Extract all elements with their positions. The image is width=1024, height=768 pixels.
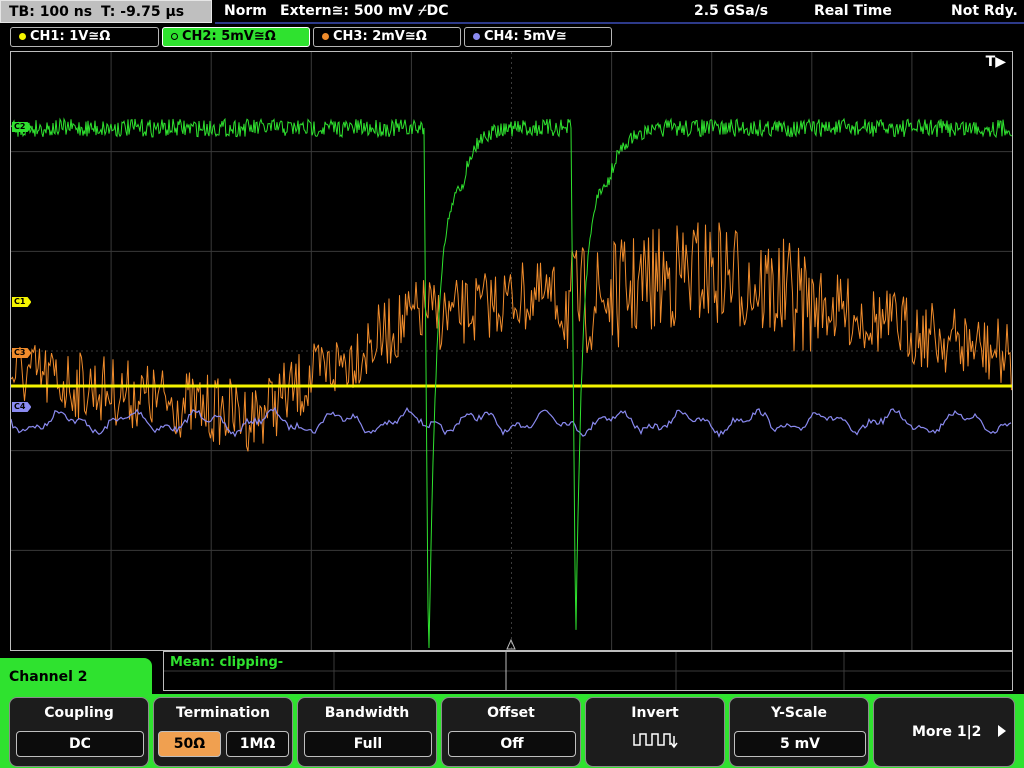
chevron-right-icon	[998, 725, 1006, 737]
ch4-label: CH4: 5mV≅	[484, 29, 567, 44]
timebase-box[interactable]: TB: 100 ns T: -9.75 µs	[0, 0, 212, 23]
offset-softkey[interactable]: Offset Off	[441, 697, 581, 767]
yscale-value-button[interactable]: 5 mV	[734, 731, 866, 757]
timebase-readout: TB: 100 ns	[9, 4, 93, 20]
measurement-grid	[164, 652, 1012, 690]
ch3-label: CH3: 2mV≅Ω	[333, 29, 427, 44]
more-menu-button[interactable]: More 1|2	[873, 697, 1015, 767]
yscale-softkey[interactable]: Y-Scale 5 mV	[729, 697, 869, 767]
termination-softkey[interactable]: Termination 50Ω 1MΩ	[153, 697, 293, 767]
invert-title: Invert	[631, 705, 679, 721]
waveform-canvas	[11, 52, 1012, 650]
ch4-offset-marker[interactable]: C4	[12, 402, 32, 412]
coupling-title: Coupling	[44, 705, 114, 721]
run-status: Not Rdy.	[951, 3, 1018, 19]
termination-title: Termination	[176, 705, 270, 721]
ch3-waveform	[11, 222, 1012, 452]
offset-value-button[interactable]: Off	[448, 731, 576, 757]
bandwidth-title: Bandwidth	[324, 705, 410, 721]
tab-ch3[interactable]: CH3: 2mV≅Ω	[313, 27, 461, 47]
ch2-color-icon	[171, 33, 178, 40]
offset-title: Offset	[487, 705, 535, 721]
bandwidth-value-button[interactable]: Full	[304, 731, 432, 757]
yscale-title: Y-Scale	[770, 705, 827, 721]
tab-ch2[interactable]: CH2: 5mV≅Ω	[162, 27, 310, 47]
trigger-mode[interactable]: Norm	[224, 3, 267, 19]
status-bar-divider	[215, 22, 1024, 24]
coupling-value-button[interactable]: DC	[16, 731, 144, 757]
trigger-time-readout: T: -9.75 µs	[101, 4, 185, 20]
ch1-label: CH1: 1V≅Ω	[30, 29, 111, 44]
waveform-display[interactable]: T▶	[10, 51, 1013, 651]
ch1-offset-marker[interactable]: C1	[12, 297, 32, 307]
ch2-label: CH2: 5mV≅Ω	[182, 29, 276, 44]
ch1-color-icon	[19, 33, 26, 40]
ch3-offset-marker[interactable]: C3	[12, 348, 32, 358]
invert-waveform-icon	[633, 733, 678, 749]
ch2-offset-marker[interactable]: C2	[12, 122, 32, 132]
tab-ch4[interactable]: CH4: 5mV≅	[464, 27, 612, 47]
coupling-softkey[interactable]: Coupling DC	[9, 697, 149, 767]
ch4-color-icon	[473, 33, 480, 40]
termination-1mohm-button[interactable]: 1MΩ	[226, 731, 289, 757]
more-menu-label: More 1|2	[912, 724, 982, 740]
invert-softkey[interactable]: Invert	[585, 697, 725, 767]
acquisition-mode: Real Time	[814, 3, 892, 19]
termination-50ohm-button[interactable]: 50Ω	[158, 731, 221, 757]
measurement-panel: Mean: clipping-	[163, 651, 1013, 691]
bandwidth-softkey[interactable]: Bandwidth Full	[297, 697, 437, 767]
sample-rate: 2.5 GSa/s	[694, 3, 769, 19]
trigger-marker-icon: T▶	[985, 54, 1006, 70]
tab-ch1[interactable]: CH1: 1V≅Ω	[10, 27, 159, 47]
status-bar: TB: 100 ns T: -9.75 µs Norm Extern≅: 500…	[0, 0, 1024, 25]
graticule	[11, 52, 1012, 650]
menu-title-tab: Channel 2	[0, 658, 152, 698]
ch3-color-icon	[322, 33, 329, 40]
menu-title: Channel 2	[9, 669, 88, 685]
trigger-source[interactable]: Extern≅: 500 mV ⌿DC	[280, 3, 449, 19]
